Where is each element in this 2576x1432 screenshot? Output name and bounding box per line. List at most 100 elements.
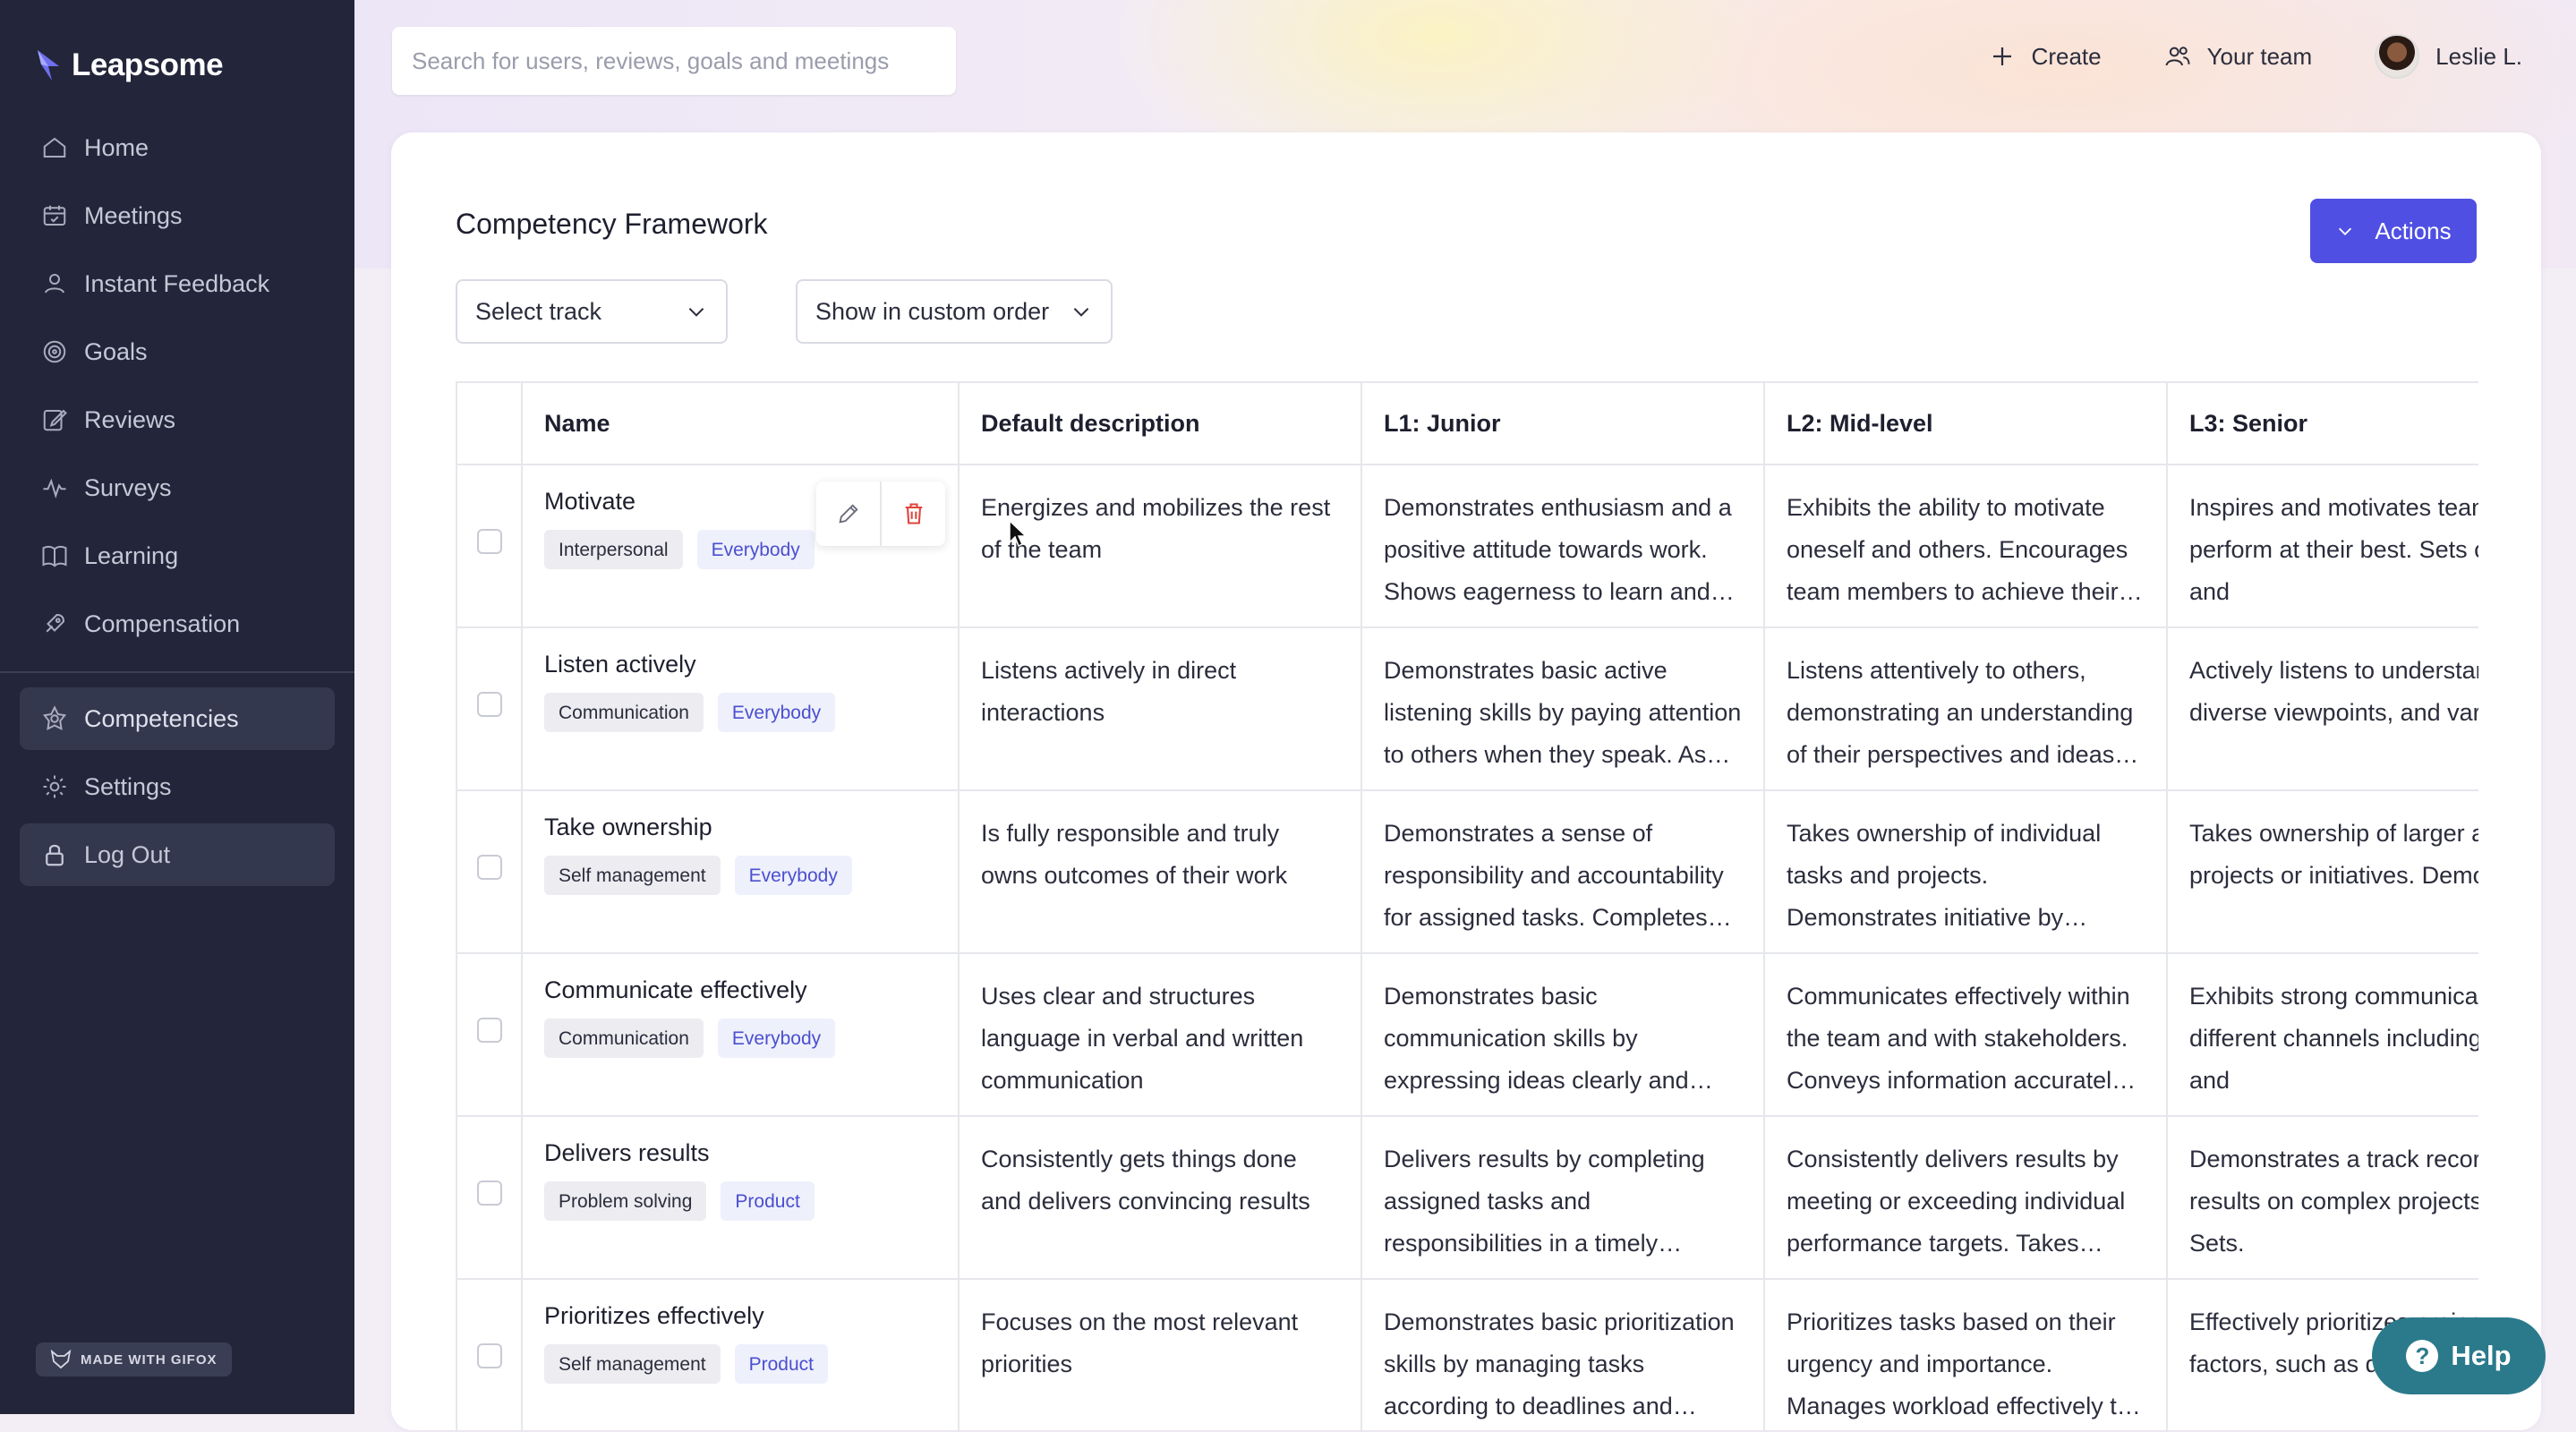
l1-cell: Demonstrates enthusiasm and a positive a… [1361,465,1765,628]
l3-text: Exhibits strong communication skills acr… [2189,983,2478,1094]
l2-text: Prioritizes tasks based on their urgency… [1787,1308,2130,1419]
l2-cell: Listens attentively to others, demonstra… [1764,627,2168,791]
l3-text: Demonstrates a track record of deliverin… [2189,1146,2478,1257]
header-select [457,383,523,465]
l3-cell: Exhibits strong communication skills acr… [2167,953,2478,1117]
l3-cell: Takes ownership of larger and more compl… [2167,790,2478,954]
create-button[interactable]: Create [1989,43,2102,71]
description-text: Consistently gets things done and delive… [981,1146,1310,1215]
column-header-l3: L3: Senior [2167,383,2478,465]
l1-cell: Demonstrates a sense of responsibility a… [1361,790,1765,954]
sidebar-item-competencies[interactable]: Competencies [20,687,335,750]
l2-cell: Takes ownership of individual tasks and … [1764,790,2168,954]
delete-button[interactable] [880,482,945,546]
name-cell: Motivate Interpersonal Everybody [522,465,960,628]
l2-text: Consistently delivers results by meeting… [1787,1146,2126,1257]
l3-cell: Actively listens to understand complex i… [2167,627,2478,791]
sidebar-item-label: Settings [84,772,172,800]
track-select[interactable]: Select track [456,279,728,344]
sidebar-item-instant-feedback[interactable]: Instant Feedback [20,252,335,315]
sidebar-item-meetings[interactable]: Meetings [20,184,335,247]
competency-name[interactable]: Take ownership [544,809,936,845]
description-text: Uses clear and structures language in ve… [981,983,1304,1094]
l1-text: Demonstrates basic active listening skil… [1384,657,1742,768]
track-select-value: Select track [475,297,602,325]
category-tag: Communication [544,693,704,732]
sidebar-item-home[interactable]: Home [20,116,335,179]
row-checkbox[interactable] [476,1180,502,1206]
competency-name[interactable]: Delivers results [544,1135,936,1171]
gifox-label: MADE WITH GIFOX [81,1351,218,1368]
column-header-name[interactable]: Name [522,383,960,465]
chevron-down-icon [2339,227,2352,235]
sidebar-item-label: Competencies [84,704,239,732]
name-cell: Prioritizes effectively Self management … [522,1279,960,1432]
table-row[interactable]: Motivate Interpersonal Everybody Energiz… [457,465,2478,628]
l1-text: Demonstrates basic communication skills … [1384,983,1689,1094]
description-text: Is fully responsible and truly owns outc… [981,820,1288,889]
category-tag: Problem solving [544,1181,707,1221]
audience-tag: Everybody [717,1019,836,1058]
global-search[interactable] [392,27,956,95]
l1-cell: Demonstrates basic communication skills … [1361,953,1765,1117]
row-tools [816,482,945,546]
row-checkbox[interactable] [476,1342,502,1368]
competency-name[interactable]: Listen actively [544,646,936,682]
table-row[interactable]: Listen actively Communication Everybody … [457,627,2478,791]
your-team-button[interactable]: Your team [2164,43,2312,71]
description-text: Listens actively in direct interactions [981,657,1237,726]
row-checkbox[interactable] [476,854,502,880]
row-checkbox[interactable] [476,1017,502,1043]
l1-cell: Demonstrates basic active listening skil… [1361,627,1765,791]
description-text: Energizes and mobilizes the rest of the … [981,494,1331,563]
brand-logo[interactable]: Leapsome [36,43,224,88]
help-label: Help [2451,1340,2512,1371]
pencil-icon [838,504,858,524]
sidebar-item-label: Goals [84,337,148,365]
description-cell: Focuses on the most relevant priorities [959,1279,1362,1432]
sidebar-item-goals[interactable]: Goals [20,320,335,383]
order-select-value: Show in custom order [815,297,1050,325]
description-cell: Uses clear and structures language in ve… [959,953,1362,1117]
actions-button[interactable]: Actions [2310,199,2477,263]
table-row[interactable]: Prioritizes effectively Self management … [457,1279,2478,1432]
sidebar-item-learning[interactable]: Learning [20,524,335,587]
secondary-nav: Competencies Settings Log Out [20,687,335,891]
table-row[interactable]: Communicate effectively Communication Ev… [457,953,2478,1117]
table-row[interactable]: Take ownership Self management Everybody… [457,790,2478,954]
lock-icon [46,844,64,866]
sidebar-item-settings[interactable]: Settings [20,755,335,818]
help-button[interactable]: ? Help [2372,1317,2546,1394]
l2-cell: Exhibits the ability to motivate oneself… [1764,465,2168,628]
l3-cell: Inspires and motivates team members to p… [2167,465,2478,628]
category-tag: Communication [544,1019,704,1058]
sidebar-item-log-out[interactable]: Log Out [20,823,335,886]
row-checkbox[interactable] [476,528,502,554]
edit-button[interactable] [816,482,880,546]
table-header-row: Name Default description L1: Junior L2: … [457,383,2478,465]
row-select-cell [457,953,523,1117]
brand-name: Leapsome [72,47,224,82]
row-checkbox[interactable] [476,691,502,717]
sidebar-item-surveys[interactable]: Surveys [20,456,335,519]
l1-cell: Demonstrates basic prioritization skills… [1361,1279,1765,1432]
main-card: Competency Framework Actions Select trac… [391,132,2541,1432]
l2-text: Takes ownership of individual tasks and … [1787,820,2102,931]
reviews-icon [43,409,67,431]
competency-name[interactable]: Prioritizes effectively [544,1298,936,1334]
l1-text: Delivers results by completing assigned … [1384,1146,1705,1257]
search-input[interactable] [410,46,956,76]
competency-name[interactable]: Communicate effectively [544,972,936,1008]
sidebar-item-label: Log Out [84,840,171,868]
sidebar-item-compensation[interactable]: Compensation [20,592,335,655]
sidebar-item-label: Compensation [84,609,241,637]
l1-text: Demonstrates basic prioritization skills… [1384,1308,1735,1419]
order-select[interactable]: Show in custom order [796,279,1113,344]
description-text: Focuses on the most relevant priorities [981,1308,1299,1377]
tag-group: Communication Everybody [544,693,936,732]
sidebar-item-reviews[interactable]: Reviews [20,388,335,451]
user-menu[interactable]: Leslie L. [2375,34,2522,79]
l3-text: Inspires and motivates team members to p… [2189,494,2478,605]
audience-tag: Everybody [696,530,815,569]
table-row[interactable]: Delivers results Problem solving Product… [457,1116,2478,1280]
